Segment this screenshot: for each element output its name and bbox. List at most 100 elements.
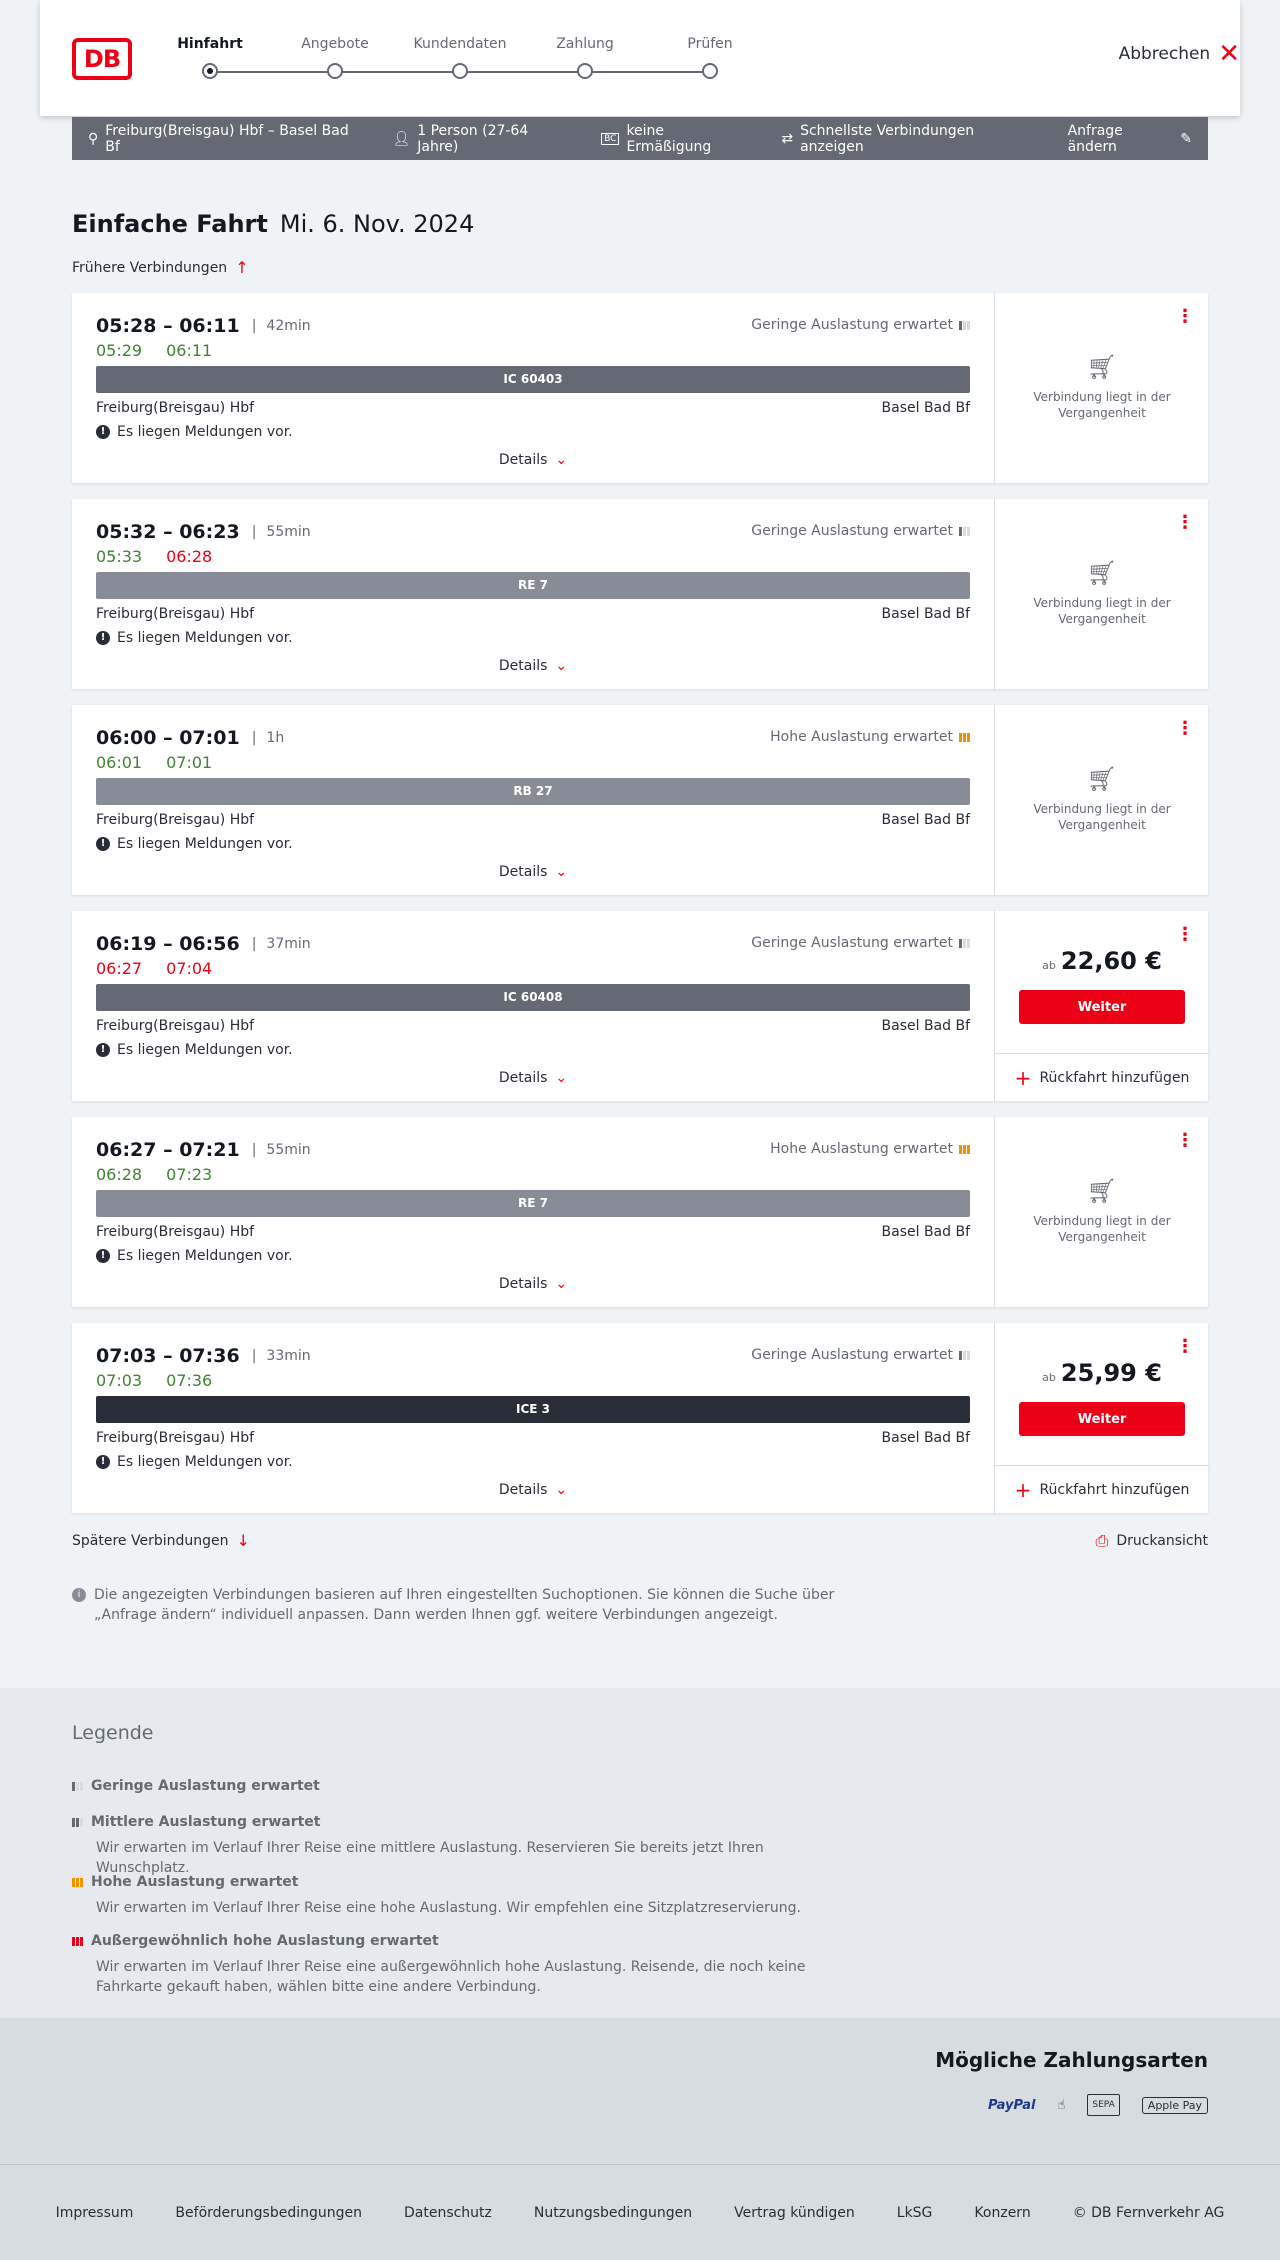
- later-label: Spätere Verbindungen: [72, 1532, 229, 1549]
- progress-steps: Hinfahrt Angebote Kundendaten Zahlung Pr…: [170, 36, 733, 86]
- details-label: Details: [498, 658, 548, 674]
- train-bar[interactable]: ICE 3: [96, 1396, 970, 1423]
- realtime-times: 05:33 06:28: [96, 547, 212, 566]
- payment-title: Mögliche Zahlungsarten: [935, 2048, 1208, 2072]
- past-connection-text: Verbindung liegt in der Vergangenheit: [1033, 1214, 1171, 1244]
- price-value: 22,60 €: [1060, 947, 1162, 975]
- occupancy-info: Geringe Auslastung erwartet: [751, 523, 970, 539]
- footer-link-datenschutz[interactable]: Datenschutz: [404, 2205, 492, 2221]
- occupancy-text: Geringe Auslastung erwartet: [751, 935, 953, 951]
- legend-item-title: Außergewöhnlich hohe Auslastung erwartet: [91, 1933, 439, 1949]
- more-options-icon[interactable]: ⋮: [1176, 1336, 1194, 1357]
- step-kundendaten: Kundendaten: [405, 36, 515, 79]
- step-label: Kundendaten: [413, 36, 507, 52]
- cancel-button[interactable]: Abbrechen ✕: [1118, 41, 1240, 67]
- past-connection-text: Verbindung liegt in der Vergangenheit: [1033, 596, 1171, 626]
- footer-link-lksg[interactable]: LkSG: [897, 2205, 933, 2221]
- db-logo[interactable]: DB: [72, 38, 132, 80]
- cart-unavailable-icon: 🛒︎: [1086, 765, 1118, 793]
- train-bar[interactable]: IC 60408: [96, 984, 970, 1011]
- separator: |: [251, 730, 257, 746]
- occupancy-text: Hohe Auslastung erwartet: [770, 1141, 953, 1157]
- footer-link-konzern[interactable]: Konzern: [974, 2205, 1030, 2221]
- legend-item-text: Wir erwarten im Verlauf Ihrer Reise eine…: [96, 1900, 801, 1916]
- print-view-link[interactable]: ⎙ Druckansicht: [1096, 1531, 1208, 1551]
- occupancy-icon: [959, 526, 970, 536]
- message-text: Es liegen Meldungen vor.: [117, 424, 293, 440]
- train-bar[interactable]: RE 7: [96, 572, 970, 599]
- scheduled-times: 06:27 – 07:21 | 55min: [96, 1139, 311, 1161]
- past-connection-text: Verbindung liegt in der Vergangenheit: [1033, 390, 1171, 420]
- chevron-down-icon: ⌄: [555, 452, 568, 468]
- footer-link-befoerderungsbedingungen[interactable]: Beförderungsbedingungen: [175, 2205, 362, 2221]
- realtime-arrival: 07:36: [166, 1371, 213, 1390]
- footer-link-vertrag-kuendigen[interactable]: Vertrag kündigen: [734, 2205, 855, 2221]
- details-toggle[interactable]: Details ⌄: [72, 1070, 994, 1086]
- change-request-button[interactable]: Anfrage ändern ✎: [1068, 123, 1192, 155]
- details-toggle[interactable]: Details ⌄: [72, 864, 994, 880]
- bahncard-icon: BC: [601, 132, 620, 145]
- train-bar[interactable]: RE 7: [96, 1190, 970, 1217]
- connection-details-area: 06:27 – 07:21 | 55min 06:28 07:23 Hohe A…: [72, 1117, 994, 1307]
- occupancy-icon: [959, 320, 970, 330]
- time-range: 05:32 – 06:23: [96, 521, 240, 543]
- occupancy-info: Hohe Auslastung erwartet: [770, 729, 970, 745]
- continue-button[interactable]: Weiter: [1019, 990, 1185, 1024]
- sepa-icon: SEPA: [1087, 2094, 1120, 2116]
- destination-station: Basel Bad Bf: [881, 400, 970, 416]
- details-toggle[interactable]: Details ⌄: [72, 1276, 994, 1292]
- occupancy-icon: [959, 1144, 970, 1154]
- footer-link-nutzungsbedingungen[interactable]: Nutzungsbedingungen: [534, 2205, 692, 2221]
- time-range: 06:00 – 07:01: [96, 727, 240, 749]
- chevron-down-icon: ⌄: [555, 864, 568, 880]
- duration: 37min: [266, 936, 311, 952]
- add-return-trip-button[interactable]: + Rückfahrt hinzufügen: [995, 1465, 1209, 1513]
- connection-card: 05:28 – 06:11 | 42min 05:29 06:11 Gering…: [72, 293, 1208, 483]
- details-toggle[interactable]: Details ⌄: [72, 1482, 994, 1498]
- separator: |: [251, 936, 257, 952]
- step-dot: [577, 63, 593, 79]
- duration: 33min: [266, 1348, 311, 1364]
- legend-section: Legende Geringe Auslastung erwartet Mitt…: [0, 1688, 1280, 2018]
- discount-text: keine Ermäßigung: [626, 122, 712, 155]
- more-options-icon[interactable]: ⋮: [1176, 924, 1194, 945]
- details-toggle[interactable]: Details ⌄: [72, 658, 994, 674]
- realtime-departure: 05:29: [96, 341, 143, 360]
- info-icon: i: [72, 1588, 86, 1602]
- discount-summary: BC keine Ermäßigung: [601, 123, 749, 155]
- chevron-down-icon: ⌄: [555, 1482, 568, 1498]
- occupancy-text: Geringe Auslastung erwartet: [751, 317, 953, 333]
- apple-pay-icon: Apple Pay: [1141, 2096, 1208, 2114]
- legend-item-text: Wir erwarten im Verlauf Ihrer Reise eine…: [96, 1840, 764, 1876]
- continue-button[interactable]: Weiter: [1019, 1402, 1185, 1436]
- footer-link-impressum[interactable]: Impressum: [56, 2205, 134, 2221]
- more-options-icon[interactable]: ⋮: [1176, 1130, 1194, 1151]
- earlier-connections-link[interactable]: Frühere Verbindungen ↑: [72, 258, 249, 277]
- separator: |: [251, 1348, 257, 1364]
- past-connection-notice: 🛒︎ Verbindung liegt in der Vergangenheit: [995, 353, 1209, 421]
- later-connections-link[interactable]: Spätere Verbindungen ↓: [72, 1531, 250, 1550]
- legend-item: Mittlere Auslastung erwartet Wir erwarte…: [72, 1814, 856, 1878]
- occupancy-info: Geringe Auslastung erwartet: [751, 935, 970, 951]
- duration: 1h: [266, 730, 285, 746]
- more-options-icon[interactable]: ⋮: [1176, 512, 1194, 533]
- plus-icon: +: [1014, 1477, 1032, 1502]
- alert-icon: !: [96, 425, 110, 439]
- more-options-icon[interactable]: ⋮: [1176, 306, 1194, 327]
- fastest-toggle[interactable]: ⇄ Schnellste Verbindungen anzeigen: [781, 123, 1035, 155]
- cancel-label: Abbrechen: [1118, 44, 1211, 64]
- destination-station: Basel Bad Bf: [881, 1224, 970, 1240]
- add-return-trip-button[interactable]: + Rückfahrt hinzufügen: [995, 1053, 1209, 1101]
- legend-item: Hohe Auslastung erwartet Wir erwarten im…: [72, 1874, 856, 1918]
- train-bar[interactable]: RB 27: [96, 778, 970, 805]
- duration: 55min: [266, 1142, 311, 1158]
- details-toggle[interactable]: Details ⌄: [72, 452, 994, 468]
- more-options-icon[interactable]: ⋮: [1176, 718, 1194, 739]
- step-zahlung: Zahlung: [530, 36, 640, 79]
- train-bar[interactable]: IC 60403: [96, 366, 970, 393]
- connection-card: 05:32 – 06:23 | 55min 05:33 06:28 Gering…: [72, 499, 1208, 689]
- footer-copyright: © DB Fernverkehr AG: [1072, 2204, 1225, 2221]
- message-text: Es liegen Meldungen vor.: [117, 836, 293, 852]
- destination-station: Basel Bad Bf: [881, 812, 970, 828]
- paypal-icon: PayPal: [987, 2097, 1036, 2113]
